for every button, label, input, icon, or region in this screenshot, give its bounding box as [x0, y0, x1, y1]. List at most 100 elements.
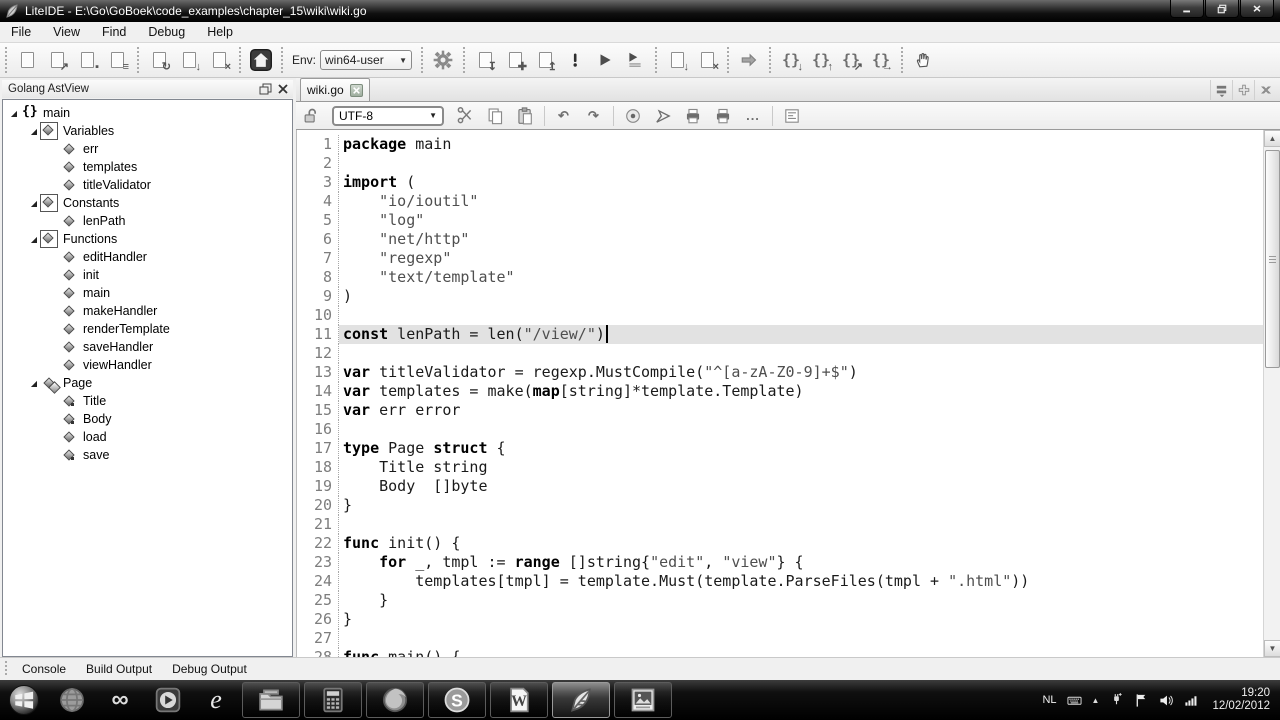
tab-close-icon[interactable] [350, 84, 363, 97]
tree-item-main[interactable]: ◢{}main [3, 104, 292, 122]
build-package-icon[interactable]: ↧ [472, 47, 498, 73]
code-line-24[interactable]: 24 templates[tmpl] = template.Must(templ… [297, 572, 1263, 591]
code-line-4[interactable]: 4 "io/ioutil" [297, 192, 1263, 211]
print-preview-icon[interactable] [710, 103, 736, 129]
code-line-19[interactable]: 19 Body []byte [297, 477, 1263, 496]
cut-icon[interactable] [452, 103, 478, 129]
tree-expander-icon[interactable]: ◢ [9, 109, 19, 118]
options-gear-icon[interactable] [430, 47, 456, 73]
env-select[interactable]: win64-user▼ [320, 50, 412, 70]
insert-snippet-doc-icon[interactable]: ↓ [664, 47, 690, 73]
tree-item-save[interactable]: save [3, 446, 292, 464]
tree-item-Title[interactable]: Title [3, 392, 292, 410]
more-dots-icon[interactable]: ... [740, 103, 766, 129]
code-line-12[interactable]: 12 [297, 344, 1263, 363]
run-terminal-icon[interactable] [622, 47, 648, 73]
code-line-1[interactable]: 1package main [297, 135, 1263, 154]
code-line-26[interactable]: 26} [297, 610, 1263, 629]
show-hidden-icons[interactable]: ▲ [1092, 696, 1100, 705]
network-signal-icon[interactable] [1184, 693, 1199, 708]
editor-scrollbar[interactable]: ▲ ▼ [1263, 130, 1280, 657]
close-all-files-icon[interactable]: × [206, 47, 232, 73]
scrollbar-thumb[interactable] [1265, 150, 1280, 368]
code-line-28[interactable]: 28func main() { [297, 648, 1263, 657]
menu-find[interactable]: Find [91, 23, 137, 41]
code-line-14[interactable]: 14var templates = make(map[string]*templ… [297, 382, 1263, 401]
code-line-17[interactable]: 17type Page struct { [297, 439, 1263, 458]
menu-debug[interactable]: Debug [137, 23, 196, 41]
clock[interactable]: 19:2012/02/2012 [1212, 687, 1270, 713]
tree-item-editHandler[interactable]: editHandler [3, 248, 292, 266]
symbol-nav-icon[interactable] [620, 103, 646, 129]
save-all-icon[interactable]: ≡ [104, 47, 130, 73]
taskbar-word[interactable]: W [490, 682, 548, 718]
code-line-10[interactable]: 10 [297, 306, 1263, 325]
code-line-6[interactable]: 6 "net/http" [297, 230, 1263, 249]
tree-item-Page[interactable]: ◢Page [3, 374, 292, 392]
taskbar-internet-explorer[interactable]: e [194, 682, 238, 718]
undo-icon[interactable]: ↶ [551, 103, 577, 129]
file-outline-icon[interactable] [779, 103, 805, 129]
build-file-icon[interactable]: ✚ [502, 47, 528, 73]
redo-icon[interactable]: ↷ [581, 103, 607, 129]
taskbar-calculator[interactable] [304, 682, 362, 718]
tree-item-err[interactable]: err [3, 140, 292, 158]
tree-item-Variables[interactable]: ◢Variables [3, 122, 292, 140]
close-panel-icon[interactable] [275, 82, 291, 96]
scroll-down-icon[interactable]: ▼ [1264, 640, 1280, 657]
code-line-27[interactable]: 27 [297, 629, 1263, 648]
tree-item-templates[interactable]: templates [3, 158, 292, 176]
code-line-18[interactable]: 18 Title string [297, 458, 1263, 477]
tree-item-main[interactable]: main [3, 284, 292, 302]
build-install-icon[interactable]: ↥ [532, 47, 558, 73]
code-line-16[interactable]: 16 [297, 420, 1263, 439]
paste-icon[interactable] [512, 103, 538, 129]
syntax-check-icon[interactable] [562, 47, 588, 73]
format-code-braces-icon[interactable]: {}↑ [808, 47, 834, 73]
encoding-select[interactable]: UTF-8▼ [332, 106, 444, 126]
code-line-7[interactable]: 7 "regexp" [297, 249, 1263, 268]
taskbar-media-player[interactable] [146, 682, 190, 718]
tree-item-titleValidator[interactable]: titleValidator [3, 176, 292, 194]
pan-hand-icon[interactable] [910, 47, 936, 73]
code-line-15[interactable]: 15var err error [297, 401, 1263, 420]
tree-item-renderTemplate[interactable]: renderTemplate [3, 320, 292, 338]
code-line-2[interactable]: 2 [297, 154, 1263, 173]
code-line-9[interactable]: 9) [297, 287, 1263, 306]
volume-icon[interactable] [1159, 693, 1174, 708]
fold-code-braces-icon[interactable]: {}↗ [838, 47, 864, 73]
jump-to-declaration-icon[interactable] [736, 47, 762, 73]
scroll-up-icon[interactable]: ▲ [1264, 130, 1280, 147]
output-tab-build-output[interactable]: Build Output [76, 659, 162, 679]
tree-expander-icon[interactable]: ◢ [29, 235, 39, 244]
new-file-icon[interactable] [14, 47, 40, 73]
run-icon[interactable] [592, 47, 618, 73]
tree-item-load[interactable]: load [3, 428, 292, 446]
close-tab-icon[interactable] [1254, 80, 1276, 100]
menu-help[interactable]: Help [196, 23, 244, 41]
output-tab-debug-output[interactable]: Debug Output [162, 659, 257, 679]
code-line-20[interactable]: 20} [297, 496, 1263, 515]
code-line-21[interactable]: 21 [297, 515, 1263, 534]
tree-item-saveHandler[interactable]: saveHandler [3, 338, 292, 356]
code-line-11[interactable]: 11const lenPath = len("/view/") [297, 325, 1263, 344]
code-line-3[interactable]: 3import ( [297, 173, 1263, 192]
home-icon[interactable] [248, 47, 274, 73]
copy-icon[interactable] [482, 103, 508, 129]
code-line-5[interactable]: 5 "log" [297, 211, 1263, 230]
language-indicator[interactable]: NL [1042, 694, 1056, 706]
taskbar-liteide[interactable] [552, 682, 610, 718]
close-file-icon[interactable]: ↓ [176, 47, 202, 73]
action-center-flag-icon[interactable] [1134, 693, 1149, 708]
code-line-13[interactable]: 13var titleValidator = regexp.MustCompil… [297, 363, 1263, 382]
menu-view[interactable]: View [42, 23, 91, 41]
keyboard-icon[interactable] [1067, 693, 1082, 708]
code-line-25[interactable]: 25 } [297, 591, 1263, 610]
unfold-code-braces-icon[interactable]: {}→ [868, 47, 894, 73]
export-icon[interactable] [650, 103, 676, 129]
tree-item-makeHandler[interactable]: makeHandler [3, 302, 292, 320]
tree-item-viewHandler[interactable]: viewHandler [3, 356, 292, 374]
reload-file-icon[interactable]: ↻ [146, 47, 172, 73]
code-line-8[interactable]: 8 "text/template" [297, 268, 1263, 287]
tree-item-Constants[interactable]: ◢Constants [3, 194, 292, 212]
